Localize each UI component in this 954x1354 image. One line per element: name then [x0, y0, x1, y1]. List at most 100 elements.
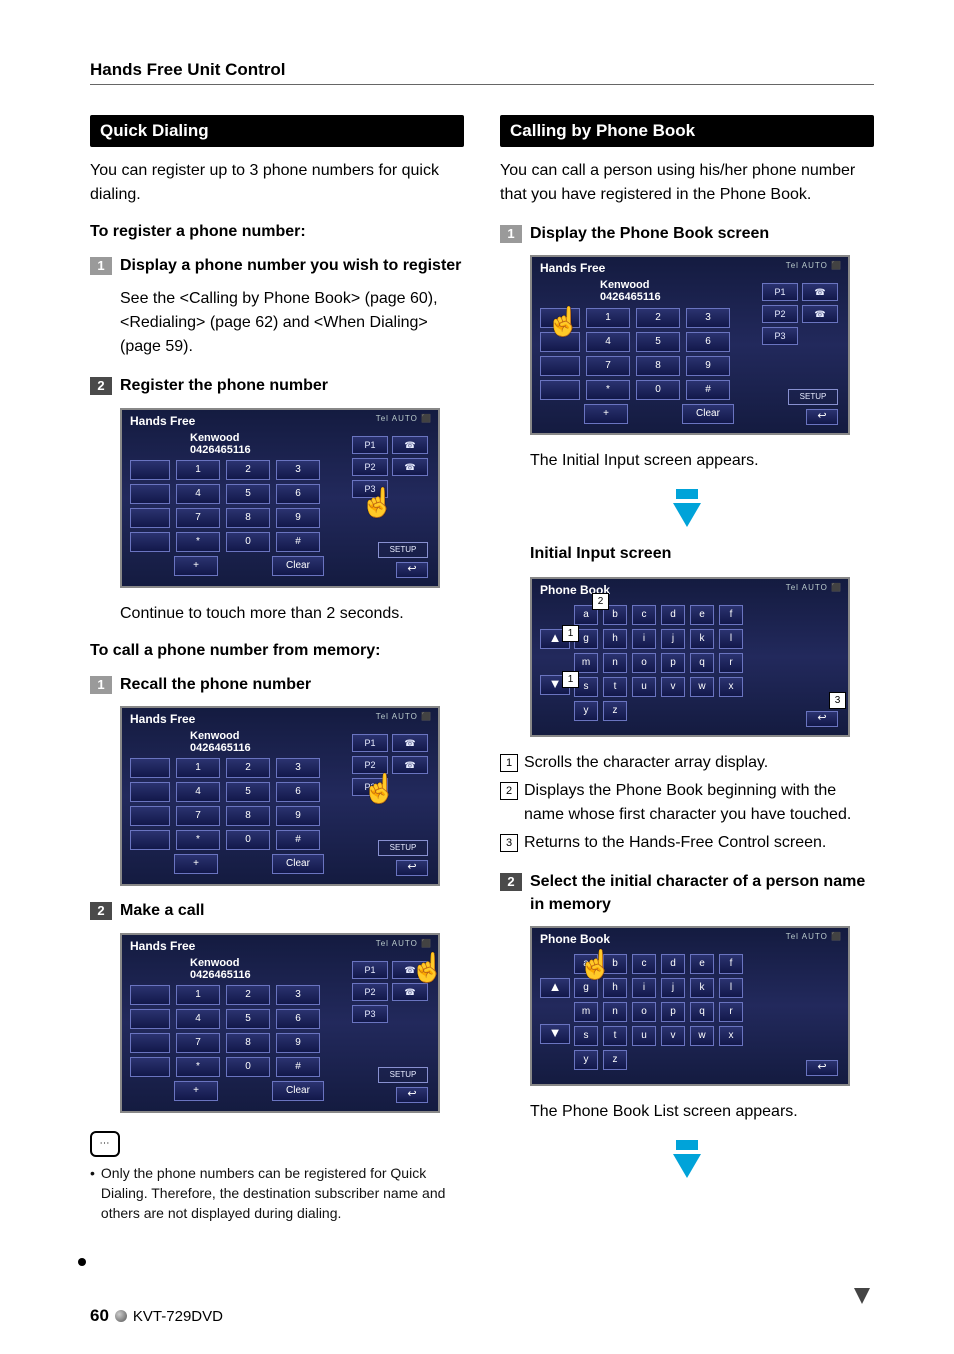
key-hash[interactable]: #: [276, 1057, 320, 1077]
return-button[interactable]: ↩: [806, 1060, 838, 1076]
preset-p1[interactable]: P1: [352, 961, 388, 979]
key-0[interactable]: 0: [636, 380, 680, 400]
preset-p1[interactable]: P1: [762, 283, 798, 301]
key-2[interactable]: 2: [226, 460, 270, 480]
letter-key[interactable]: m: [574, 653, 598, 673]
letter-key[interactable]: c: [632, 954, 656, 974]
letter-key[interactable]: b: [603, 954, 627, 974]
letter-key[interactable]: x: [719, 1026, 743, 1046]
call-icon[interactable]: ☎: [802, 283, 838, 301]
clear-button[interactable]: Clear: [272, 1081, 324, 1101]
key-0[interactable]: 0: [226, 1057, 270, 1077]
letter-key[interactable]: w: [690, 677, 714, 697]
key-star[interactable]: *: [586, 380, 630, 400]
preset-p2[interactable]: P2: [352, 983, 388, 1001]
letter-key[interactable]: o: [632, 1002, 656, 1022]
key-7[interactable]: 7: [176, 806, 220, 826]
key-plus[interactable]: +: [174, 556, 218, 576]
letter-key[interactable]: n: [603, 653, 627, 673]
clear-button[interactable]: Clear: [272, 556, 324, 576]
return-button[interactable]: ↩: [806, 711, 838, 727]
key-6[interactable]: 6: [686, 332, 730, 352]
letter-key[interactable]: v: [661, 677, 685, 697]
key-plus[interactable]: +: [174, 1081, 218, 1101]
key-1[interactable]: 1: [176, 985, 220, 1005]
key-4[interactable]: 4: [176, 1009, 220, 1029]
preset-p3[interactable]: P3: [352, 1005, 388, 1023]
key-0[interactable]: 0: [226, 532, 270, 552]
key-star[interactable]: *: [176, 1057, 220, 1077]
key-hash[interactable]: #: [276, 532, 320, 552]
return-button[interactable]: ↩: [806, 409, 838, 425]
letter-key[interactable]: t: [603, 1026, 627, 1046]
side-button[interactable]: [130, 1033, 170, 1053]
letter-key[interactable]: g: [574, 978, 598, 998]
key-8[interactable]: 8: [636, 356, 680, 376]
letter-key[interactable]: l: [719, 629, 743, 649]
letter-key[interactable]: s: [574, 1026, 598, 1046]
hangup-icon[interactable]: ☎: [392, 983, 428, 1001]
letter-key[interactable]: v: [661, 1026, 685, 1046]
letter-key[interactable]: r: [719, 653, 743, 673]
letter-key[interactable]: x: [719, 677, 743, 697]
letter-key[interactable]: m: [574, 1002, 598, 1022]
side-button[interactable]: [540, 332, 580, 352]
side-button[interactable]: [130, 806, 170, 826]
key-3[interactable]: 3: [276, 460, 320, 480]
hangup-icon[interactable]: ☎: [392, 756, 428, 774]
key-8[interactable]: 8: [226, 508, 270, 528]
letter-key[interactable]: u: [632, 1026, 656, 1046]
key-plus[interactable]: +: [584, 404, 628, 424]
key-1[interactable]: 1: [176, 758, 220, 778]
side-button[interactable]: [540, 356, 580, 376]
hangup-icon[interactable]: ☎: [802, 305, 838, 323]
side-button[interactable]: [130, 758, 170, 778]
side-button[interactable]: [540, 308, 580, 328]
letter-key[interactable]: q: [690, 653, 714, 673]
side-button[interactable]: [130, 532, 170, 552]
return-button[interactable]: ↩: [396, 562, 428, 578]
key-5[interactable]: 5: [226, 484, 270, 504]
scroll-down-button[interactable]: ▼: [540, 1024, 570, 1044]
key-5[interactable]: 5: [636, 332, 680, 352]
letter-key[interactable]: i: [632, 978, 656, 998]
clear-button[interactable]: Clear: [682, 404, 734, 424]
letter-key[interactable]: p: [661, 653, 685, 673]
key-2[interactable]: 2: [226, 985, 270, 1005]
side-button[interactable]: [130, 985, 170, 1005]
letter-key[interactable]: e: [690, 605, 714, 625]
key-star[interactable]: *: [176, 532, 220, 552]
letter-key[interactable]: o: [632, 653, 656, 673]
letter-key[interactable]: z: [603, 701, 627, 721]
letter-key[interactable]: t: [603, 677, 627, 697]
preset-p3[interactable]: P3: [352, 480, 388, 498]
letter-key[interactable]: a: [574, 954, 598, 974]
letter-key[interactable]: z: [603, 1050, 627, 1070]
side-button[interactable]: [130, 508, 170, 528]
key-plus[interactable]: +: [174, 854, 218, 874]
key-hash[interactable]: #: [276, 830, 320, 850]
letter-key[interactable]: y: [574, 1050, 598, 1070]
letter-key[interactable]: f: [719, 954, 743, 974]
side-button[interactable]: [130, 782, 170, 802]
letter-key[interactable]: w: [690, 1026, 714, 1046]
key-star[interactable]: *: [176, 830, 220, 850]
letter-key[interactable]: e: [690, 954, 714, 974]
letter-key[interactable]: k: [690, 978, 714, 998]
letter-key[interactable]: h: [603, 978, 627, 998]
side-button[interactable]: [130, 1057, 170, 1077]
setup-button[interactable]: SETUP: [378, 542, 428, 558]
letter-key[interactable]: j: [661, 629, 685, 649]
letter-key[interactable]: p: [661, 1002, 685, 1022]
letter-key[interactable]: i: [632, 629, 656, 649]
letter-key[interactable]: d: [661, 605, 685, 625]
letter-key[interactable]: y: [574, 701, 598, 721]
key-0[interactable]: 0: [226, 830, 270, 850]
key-1[interactable]: 1: [586, 308, 630, 328]
letter-key[interactable]: d: [661, 954, 685, 974]
preset-p2[interactable]: P2: [352, 458, 388, 476]
key-9[interactable]: 9: [276, 508, 320, 528]
letter-key[interactable]: h: [603, 629, 627, 649]
key-3[interactable]: 3: [276, 758, 320, 778]
key-9[interactable]: 9: [686, 356, 730, 376]
